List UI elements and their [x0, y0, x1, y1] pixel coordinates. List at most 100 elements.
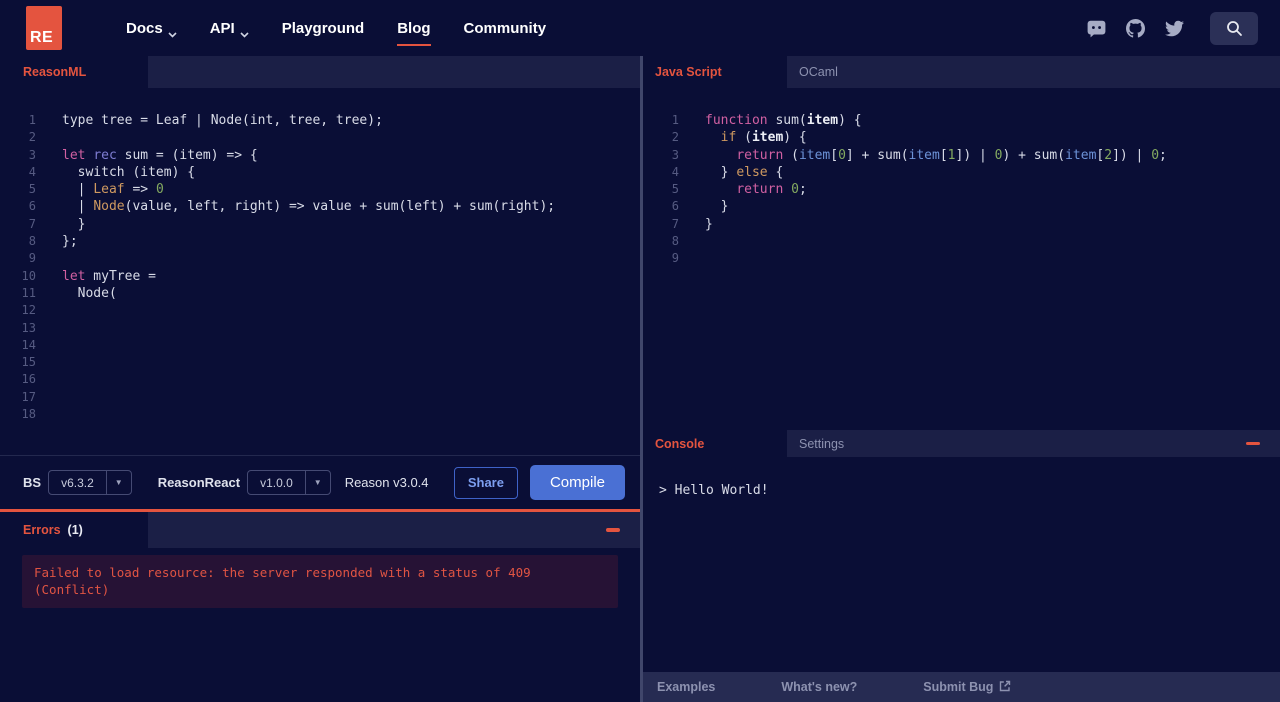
- console-log-line: > Hello World!: [659, 483, 769, 498]
- compile-button[interactable]: Compile: [529, 465, 625, 500]
- code-text: let myTree =: [62, 268, 156, 284]
- nav-item-community[interactable]: Community: [464, 20, 547, 37]
- header: RE Docs API Playground Blog Community: [0, 0, 1280, 56]
- errors-title: Errors: [23, 523, 61, 537]
- code-line[interactable]: 11 Node(: [0, 285, 640, 302]
- nav-item-blog[interactable]: Blog: [397, 20, 431, 46]
- bs-version-select[interactable]: v6.3.2 ▼: [48, 470, 132, 495]
- link-label: What's new?: [781, 680, 858, 694]
- nav-item-docs[interactable]: Docs: [126, 19, 177, 38]
- line-number: 4: [28, 164, 36, 179]
- code-text: function sum(item) {: [705, 113, 862, 128]
- code-line[interactable]: 17: [0, 389, 640, 406]
- line-number: 9: [671, 251, 679, 266]
- code-text: if (item) {: [720, 130, 807, 146]
- error-message-line: (Conflict): [34, 582, 110, 598]
- reasonreact-version-select[interactable]: v1.0.0 ▼: [247, 470, 331, 495]
- reason-editor-pane: ReasonML 1 type tree = Leaf | Node(int, t…: [0, 56, 640, 702]
- discord-icon[interactable]: [1087, 19, 1106, 38]
- line-number: 5: [671, 182, 679, 197]
- code-line[interactable]: 8: [643, 233, 1280, 250]
- logo[interactable]: RE: [26, 6, 62, 50]
- tab-settings[interactable]: Settings: [787, 430, 856, 457]
- submit-bug-link[interactable]: Submit Bug: [923, 680, 1011, 695]
- code-line[interactable]: 15: [0, 354, 640, 371]
- code-line[interactable]: 13: [0, 320, 640, 337]
- link-label: Submit Bug: [923, 680, 994, 694]
- tab-ocaml[interactable]: OCaml: [787, 56, 850, 88]
- code-line[interactable]: 8};: [0, 233, 640, 250]
- code-text: | Node(value, left, right) => value + su…: [62, 199, 556, 215]
- code-line[interactable]: 2 if (item) {: [643, 129, 1280, 146]
- code-line[interactable]: 6 }: [643, 198, 1280, 215]
- code-line[interactable]: 18: [0, 406, 640, 423]
- code-line[interactable]: 14: [0, 337, 640, 354]
- tab-console[interactable]: Console: [643, 430, 787, 457]
- code-line[interactable]: 1 type tree = Leaf | Node(int, tree, tree…: [0, 112, 640, 129]
- code-text: | Leaf => 0: [62, 182, 164, 198]
- errors-body: Failed to load resource: the server resp…: [0, 548, 640, 702]
- line-number: 1: [28, 113, 36, 127]
- reason-tabbar: ReasonML: [0, 56, 640, 88]
- code-text: };: [62, 234, 78, 250]
- link-label: Examples: [657, 680, 716, 694]
- console-header: Console Settings: [643, 430, 1280, 457]
- minus-icon: [606, 528, 620, 532]
- code-line[interactable]: 6 | Node(value, left, right) => value + …: [0, 198, 640, 215]
- tab-reasonml[interactable]: ReasonML: [0, 56, 148, 88]
- code-line[interactable]: 12: [0, 302, 640, 319]
- line-number: 17: [21, 389, 36, 404]
- line-number: 2: [671, 130, 679, 145]
- github-icon[interactable]: [1126, 18, 1145, 38]
- code-text: return 0;: [736, 182, 807, 198]
- twitter-icon[interactable]: [1165, 19, 1184, 38]
- code-line[interactable]: 2: [0, 129, 640, 146]
- search-button[interactable]: [1210, 11, 1258, 45]
- code-line[interactable]: 10 let myTree =: [0, 268, 640, 285]
- js-code-output[interactable]: 1 function sum(item) {2 if (item) {3 retu…: [643, 88, 1280, 430]
- code-line[interactable]: 4 } else {: [643, 164, 1280, 181]
- tab-javascript[interactable]: Java Script: [643, 56, 787, 88]
- code-line[interactable]: 5 | Leaf => 0: [0, 181, 640, 198]
- nav-item-api[interactable]: API: [210, 20, 249, 38]
- code-line[interactable]: 3 return (item[0] + sum(item[1]) | 0) + …: [643, 147, 1280, 164]
- line-number: 5: [28, 182, 36, 197]
- code-text: let rec sum = (item) => {: [62, 147, 258, 163]
- whats-new-link[interactable]: What's new?: [781, 680, 857, 694]
- code-text: }: [705, 216, 713, 232]
- line-number: 8: [671, 234, 679, 249]
- code-line[interactable]: 7 }: [0, 216, 640, 233]
- code-line[interactable]: 3 let rec sum = (item) => {: [0, 147, 640, 164]
- collapse-errors-button[interactable]: [606, 523, 620, 537]
- code-line[interactable]: 7}: [643, 216, 1280, 233]
- code-line[interactable]: 9: [0, 250, 640, 267]
- errors-header: Errors (1): [0, 512, 640, 548]
- nav-item-playground[interactable]: Playground: [282, 20, 365, 37]
- examples-link[interactable]: Examples: [657, 680, 715, 694]
- tab-label: Settings: [799, 436, 845, 451]
- code-text: }: [705, 199, 729, 215]
- header-right: [1087, 11, 1258, 45]
- tab-errors[interactable]: Errors (1): [0, 512, 148, 548]
- code-text: Node(: [62, 285, 117, 301]
- code-line[interactable]: 4 switch (item) {: [0, 164, 640, 181]
- pane-footer: Examples What's new? Submit Bug: [643, 672, 1280, 702]
- line-number: 6: [671, 199, 679, 214]
- tab-label: Console: [655, 436, 705, 451]
- line-number: 16: [21, 372, 36, 387]
- nav-label: Docs: [126, 19, 163, 37]
- code-line[interactable]: 9: [643, 250, 1280, 267]
- tab-label: ReasonML: [23, 65, 87, 79]
- collapse-console-button[interactable]: [1246, 437, 1260, 451]
- code-line[interactable]: 5 return 0;: [643, 181, 1280, 198]
- tab-label: OCaml: [799, 65, 838, 79]
- reason-code-editor[interactable]: 1 type tree = Leaf | Node(int, tree, tree…: [0, 88, 640, 455]
- code-line[interactable]: 16: [0, 371, 640, 388]
- line-number: 7: [28, 216, 36, 231]
- share-button[interactable]: Share: [453, 466, 518, 499]
- code-line[interactable]: 1 function sum(item) {: [643, 112, 1280, 129]
- main-nav: Docs API Playground Blog Community: [126, 19, 547, 46]
- line-number: 10: [21, 268, 36, 283]
- line-number: 8: [28, 234, 36, 249]
- compile-toolbar: BS v6.3.2 ▼ ReasonReact v1.0.0 ▼ Reason …: [0, 455, 640, 509]
